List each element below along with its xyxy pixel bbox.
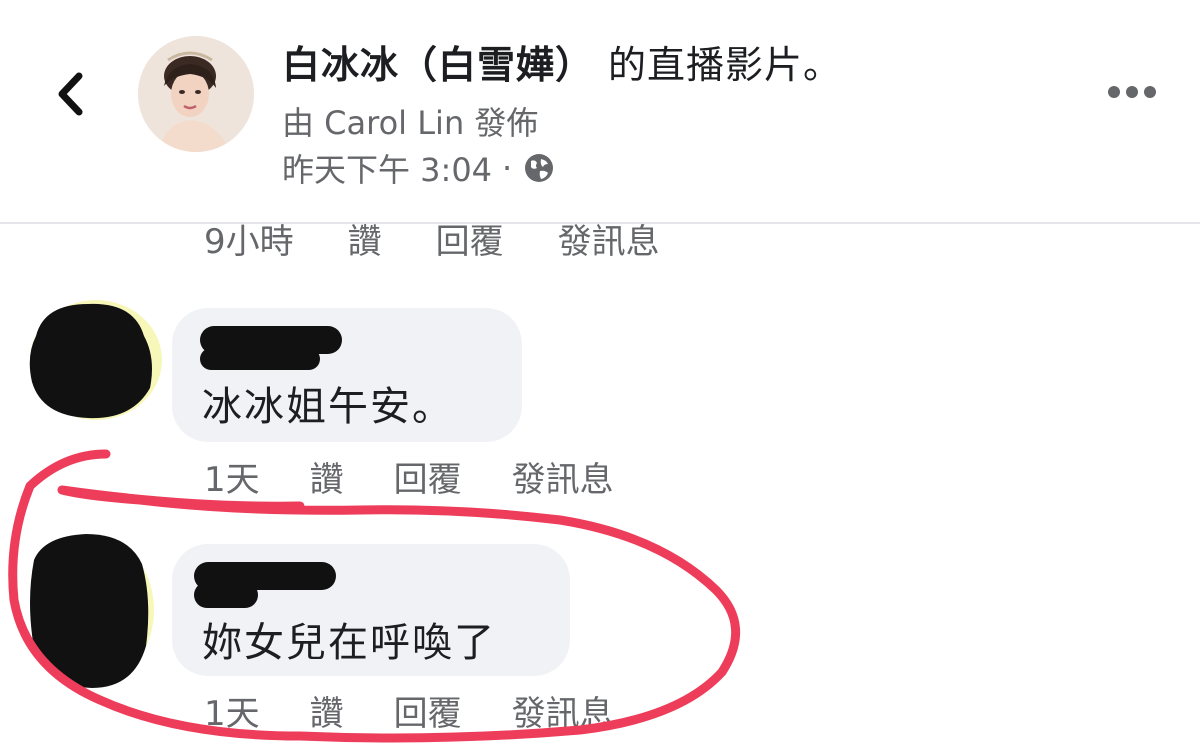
- redacted-commenter-name-part: [200, 348, 320, 370]
- comment-actions: 1天 讚 回覆 發訊息: [204, 452, 614, 501]
- redacted-avatar: [30, 534, 154, 688]
- message-link[interactable]: 發訊息: [512, 452, 614, 501]
- more-horizontal-icon: [1108, 86, 1156, 98]
- redacted-commenter-name-part: [194, 582, 258, 608]
- profile-photo: [138, 36, 254, 152]
- post-title: 白冰冰（白雪嬅） 的直播影片。: [282, 34, 842, 89]
- page-name[interactable]: 白冰冰（白雪嬅）: [282, 43, 594, 87]
- like-link[interactable]: 讚: [310, 686, 344, 735]
- post-meta: 昨天下午 3:04 ·: [282, 145, 556, 191]
- post-author: 由 Carol Lin 發佈: [282, 104, 539, 142]
- live-video-comments-screen: 9小時 讚 回覆 發訊息 白冰冰（白雪嬅） 的直播影片。 由 Carol Lin…: [0, 0, 1200, 750]
- header-divider: [0, 222, 1200, 224]
- back-button[interactable]: [40, 62, 100, 126]
- comment-time: 1天: [204, 460, 260, 500]
- chevron-left-icon: [58, 72, 83, 116]
- comment-bubble[interactable]: 冰冰姐午安。: [172, 308, 522, 442]
- comment-bubble[interactable]: 妳女兒在呼喚了: [172, 544, 570, 676]
- comment-time: 1天: [204, 694, 260, 734]
- reply-link[interactable]: 回覆: [394, 686, 462, 735]
- comment-actions: 1天 讚 回覆 發訊息: [204, 686, 614, 735]
- meta-separator: ·: [502, 149, 513, 187]
- title-suffix: 的直播影片。: [608, 43, 843, 87]
- reply-link[interactable]: 回覆: [394, 452, 462, 501]
- page-avatar[interactable]: [138, 36, 254, 152]
- comment-avatar[interactable]: [24, 530, 154, 696]
- message-link[interactable]: 發訊息: [512, 686, 614, 735]
- more-options-button[interactable]: [1100, 72, 1164, 112]
- comment-avatar[interactable]: [22, 296, 162, 426]
- comment-text: 冰冰姐午安。: [202, 384, 454, 430]
- post-header: 白冰冰（白雪嬅） 的直播影片。 由 Carol Lin 發佈 昨天下午 3:04 …: [0, 0, 1200, 222]
- post-timestamp[interactable]: 昨天下午 3:04: [282, 145, 492, 191]
- redacted-avatar: [29, 300, 162, 420]
- comment-text: 妳女兒在呼喚了: [202, 620, 496, 666]
- globe-icon: [525, 154, 554, 182]
- like-link[interactable]: 讚: [310, 452, 344, 501]
